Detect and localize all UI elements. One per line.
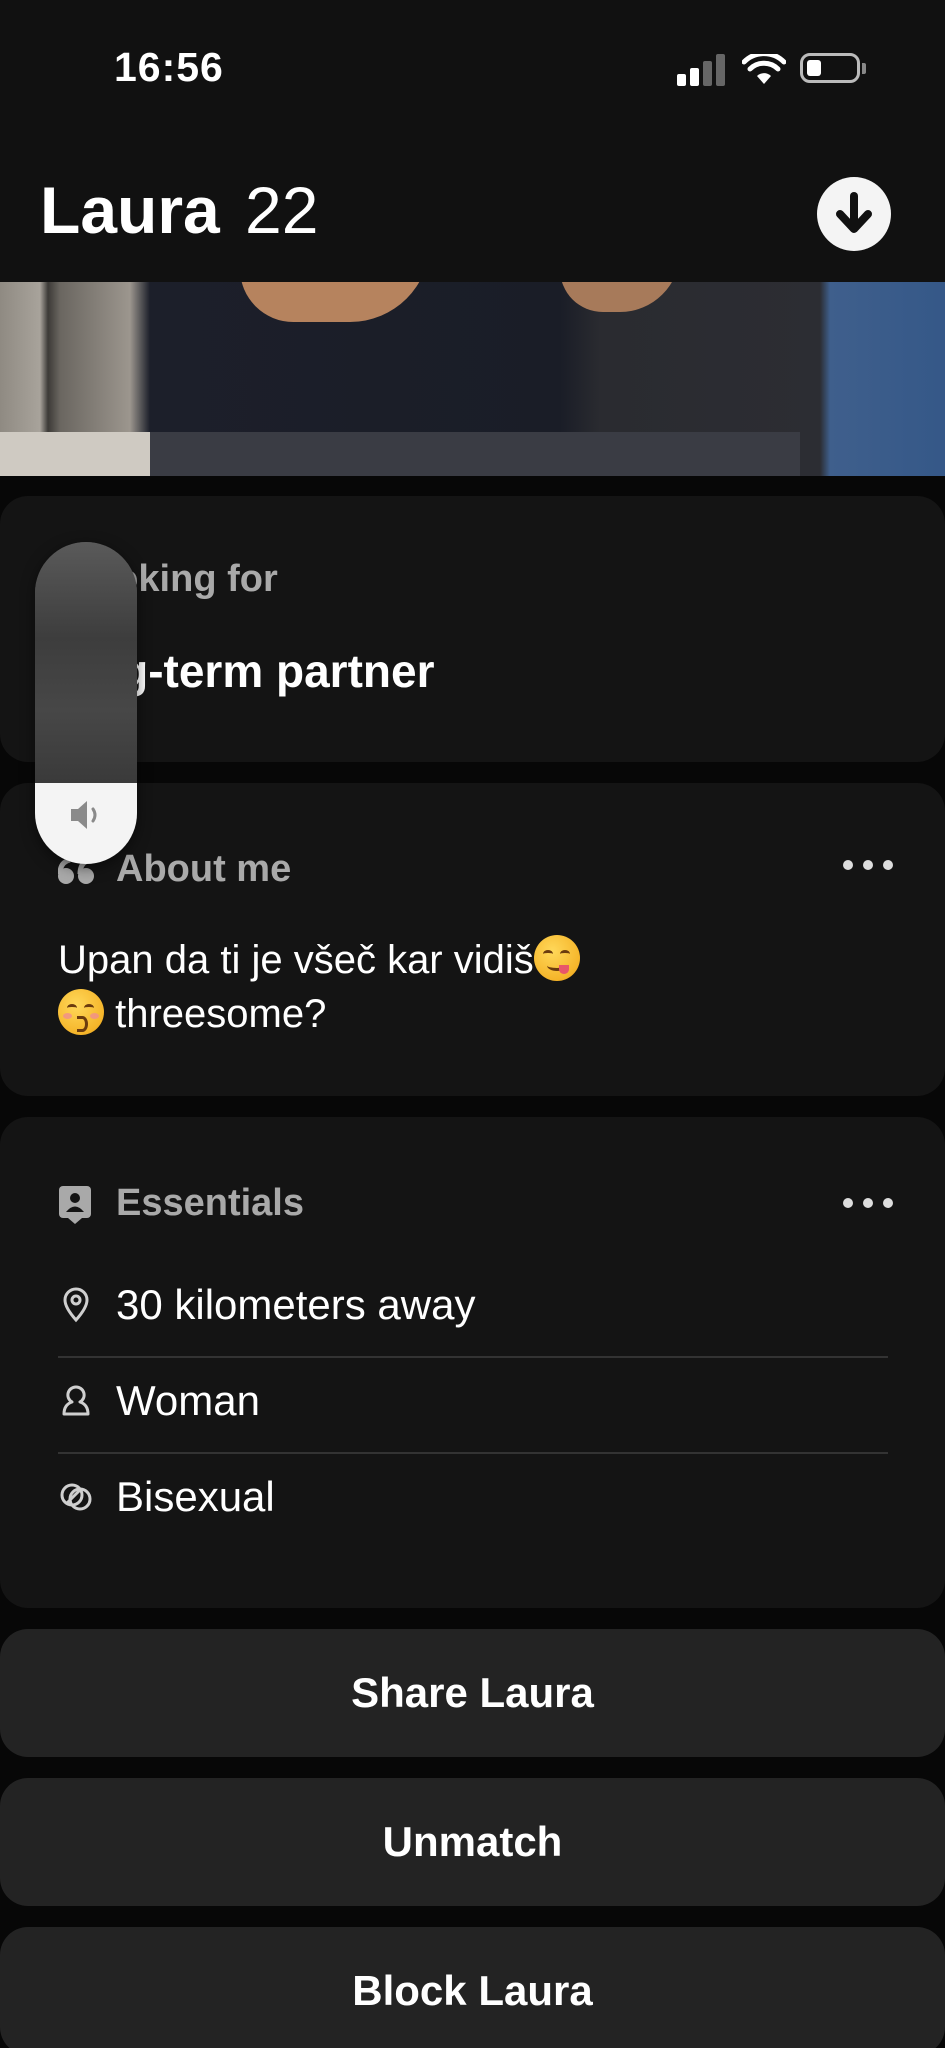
- unmatch-button[interactable]: Unmatch: [0, 1778, 945, 1906]
- profile-name: Laura: [40, 173, 220, 247]
- gender-text: Woman: [116, 1377, 260, 1424]
- profile-screen: 16:56 Laura 22 ooking for ng-term partne…: [0, 0, 945, 2048]
- profile-age: 22: [245, 173, 319, 247]
- looking-for-card: ooking for ng-term partner: [0, 496, 945, 762]
- collapse-profile-button[interactable]: [817, 177, 891, 251]
- looking-for-value: ng-term partner: [92, 645, 435, 697]
- cellular-signal-icon: [677, 54, 727, 86]
- kissing-smiling-eyes-emoji: [58, 989, 104, 1035]
- person-icon: [62, 1385, 90, 1416]
- essentials-card: Essentials 30 kilometers away Woman Bise…: [0, 1117, 945, 1608]
- volume-hud[interactable]: [35, 542, 137, 864]
- profile-photo[interactable]: [0, 282, 945, 476]
- about-me-card: About me Upan da ti je všeč kar vidiš th…: [0, 783, 945, 1096]
- about-me-label: About me: [116, 848, 292, 890]
- about-line-2: threesome?: [104, 992, 327, 1036]
- essentials-more-options-icon[interactable]: [843, 1196, 895, 1210]
- about-me-text: Upan da ti je všeč kar vidiš threesome?: [58, 933, 580, 1041]
- divider: [58, 1356, 888, 1358]
- arrow-down-icon: [836, 192, 872, 233]
- divider: [58, 1452, 888, 1454]
- block-profile-button[interactable]: Block Laura: [0, 1927, 945, 2048]
- wifi-icon: [742, 54, 786, 84]
- battery-icon: [800, 53, 860, 83]
- savoring-food-emoji: [533, 935, 580, 981]
- essentials-label: Essentials: [116, 1182, 304, 1224]
- essentials-item-distance: 30 kilometers away: [58, 1263, 888, 1359]
- orientation-icon: [60, 1483, 92, 1511]
- location-pin-icon: [63, 1287, 89, 1323]
- share-profile-button[interactable]: Share Laura: [0, 1629, 945, 1757]
- profile-header: Laura 22: [0, 140, 945, 282]
- status-time: 16:56: [114, 44, 224, 90]
- essentials-item-gender: Woman: [58, 1359, 888, 1455]
- essentials-item-orientation: Bisexual: [58, 1455, 888, 1551]
- orientation-text: Bisexual: [116, 1473, 275, 1520]
- status-bar: 16:56: [0, 0, 945, 140]
- battery-tip: [862, 63, 866, 74]
- speaker-icon: [71, 801, 97, 829]
- distance-text: 30 kilometers away: [116, 1281, 476, 1328]
- about-line-1: Upan da ti je všeč kar vidiš: [58, 938, 534, 982]
- about-more-options-icon[interactable]: [843, 858, 895, 872]
- id-card-icon: [59, 1186, 91, 1224]
